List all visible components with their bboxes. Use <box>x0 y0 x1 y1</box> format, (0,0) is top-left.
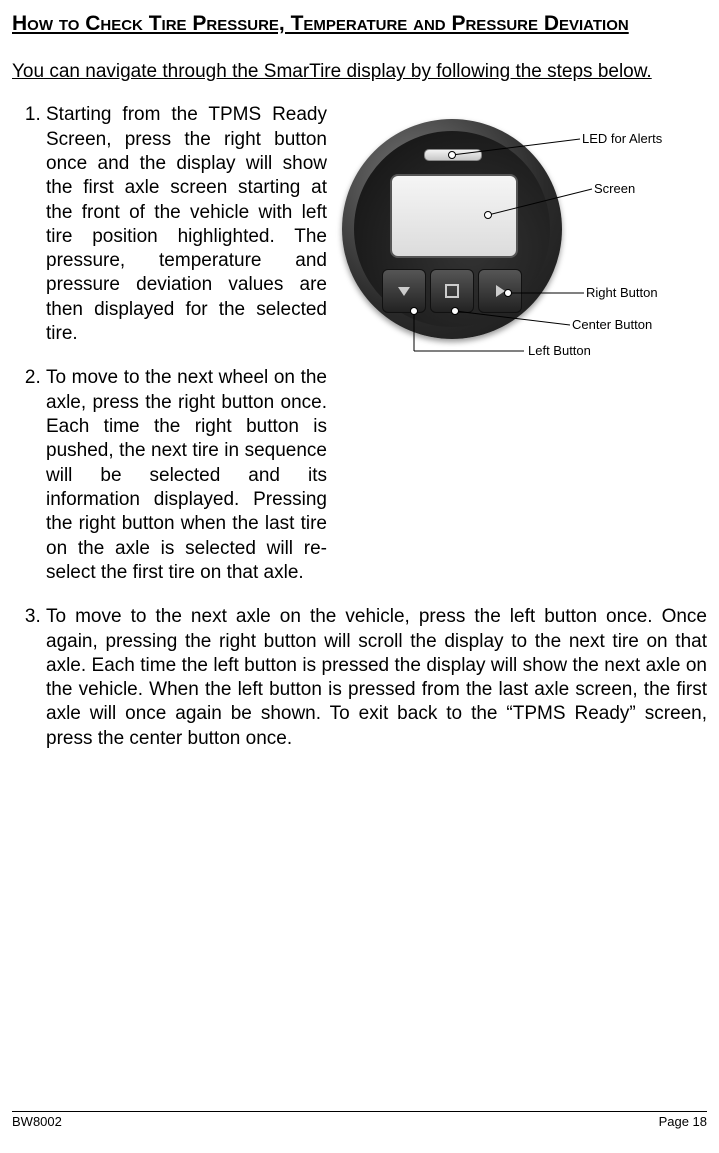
footer-doc-id: BW8002 <box>12 1114 62 1129</box>
right-button-label: Right Button <box>586 285 658 300</box>
center-button-label: Center Button <box>572 317 652 332</box>
step-2-part-b: once. Each time the right button is push… <box>46 392 327 583</box>
screen-label: Screen <box>594 181 635 196</box>
footer-page-number: Page 18 <box>659 1114 707 1129</box>
footer: BW8002 Page 18 <box>12 1111 707 1129</box>
left-button[interactable] <box>382 269 426 313</box>
square-icon <box>445 284 459 298</box>
device-figure: LED for Alerts Screen Right Button Cente… <box>332 103 702 383</box>
content-block: Starting from the TPMS Ready Screen, pre… <box>12 103 707 751</box>
left-button-label: Left Button <box>528 343 591 358</box>
step-3: To move to the next axle on the vehicle,… <box>46 605 707 751</box>
intro-text: You can navigate through the SmarTire di… <box>12 61 707 83</box>
down-arrow-icon <box>398 287 410 296</box>
page: How to Check Tire Pressure, Temperature … <box>0 0 719 1153</box>
right-button[interactable] <box>478 269 522 313</box>
led-label: LED for Alerts <box>582 131 662 146</box>
page-title: How to Check Tire Pressure, Temperature … <box>12 10 707 37</box>
step-2: To move to the next wheel on the axle, p… <box>46 366 707 585</box>
device-screen <box>390 174 518 258</box>
